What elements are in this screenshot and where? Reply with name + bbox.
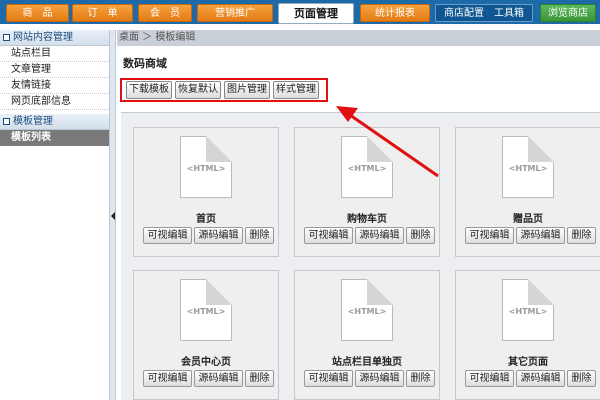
html-file-icon: <HTML> bbox=[180, 279, 232, 341]
delete-button[interactable]: 删除 bbox=[245, 227, 274, 244]
template-card: <HTML> 会员中心页可视编辑 源码编辑 删除 bbox=[133, 270, 279, 400]
file-label: <HTML> bbox=[508, 307, 548, 316]
tab-products[interactable]: 商 品 bbox=[6, 4, 69, 22]
template-name: 购物车页 bbox=[347, 214, 387, 225]
template-card: <HTML> 赠品页可视编辑 源码编辑 删除 bbox=[455, 127, 600, 257]
visual-edit-button[interactable]: 可视编辑 bbox=[304, 370, 353, 387]
browse-store-button[interactable]: 浏览商店 bbox=[540, 4, 596, 22]
tab-store-config-toolbox[interactable]: 商店配置 工具箱 bbox=[435, 4, 533, 22]
source-edit-button[interactable]: 源码编辑 bbox=[355, 370, 404, 387]
file-label: <HTML> bbox=[186, 164, 226, 173]
collapse-arrow-icon bbox=[111, 212, 115, 220]
file-label: <HTML> bbox=[347, 307, 387, 316]
sidebar-section-title: 网站内容管理 bbox=[13, 32, 73, 43]
delete-button[interactable]: 删除 bbox=[567, 370, 596, 387]
sidebar-item-template-list[interactable]: 模板列表 bbox=[0, 130, 109, 146]
file-fold-icon bbox=[206, 279, 232, 305]
delete-button[interactable]: 删除 bbox=[406, 227, 435, 244]
source-edit-button[interactable]: 源码编辑 bbox=[194, 370, 243, 387]
tab-statistics[interactable]: 统计报表 bbox=[360, 4, 430, 22]
template-name: 赠品页 bbox=[513, 214, 543, 225]
collapse-box-icon bbox=[3, 117, 10, 125]
tab-orders[interactable]: 订 单 bbox=[72, 4, 133, 22]
file-fold-icon bbox=[367, 279, 393, 305]
template-card: <HTML> 其它页面可视编辑 源码编辑 删除 bbox=[455, 270, 600, 400]
tab-marketing[interactable]: 营销推广 bbox=[197, 4, 273, 22]
visual-edit-button[interactable]: 可视编辑 bbox=[465, 370, 514, 387]
sidebar-section-content-management[interactable]: 网站内容管理 bbox=[0, 30, 109, 46]
source-edit-button[interactable]: 源码编辑 bbox=[516, 370, 565, 387]
sidebar-item-footer-info[interactable]: 网页底部信息 bbox=[0, 94, 109, 110]
highlight-box bbox=[120, 78, 328, 102]
sidebar-item-site-columns[interactable]: 站点栏目 bbox=[0, 46, 109, 62]
source-edit-button[interactable]: 源码编辑 bbox=[194, 227, 243, 244]
file-fold-icon bbox=[367, 136, 393, 162]
source-edit-button[interactable]: 源码编辑 bbox=[516, 227, 565, 244]
tab-page-management[interactable]: 页面管理 bbox=[278, 3, 354, 24]
sidebar-section-title: 模板管理 bbox=[13, 116, 53, 127]
sidebar-collapse-handle[interactable] bbox=[110, 30, 116, 400]
sidebar-item-articles[interactable]: 文章管理 bbox=[0, 62, 109, 78]
template-name: 其它页面 bbox=[508, 357, 548, 368]
html-file-icon: <HTML> bbox=[502, 136, 554, 198]
delete-button[interactable]: 删除 bbox=[245, 370, 274, 387]
file-label: <HTML> bbox=[186, 307, 226, 316]
top-nav-bar: 商 品 订 单 会 员 营销推广 页面管理 统计报表 商店配置 工具箱 浏览商店 bbox=[0, 0, 600, 24]
source-edit-button[interactable]: 源码编辑 bbox=[355, 227, 404, 244]
delete-button[interactable]: 删除 bbox=[567, 227, 596, 244]
visual-edit-button[interactable]: 可视编辑 bbox=[465, 227, 514, 244]
file-label: <HTML> bbox=[508, 164, 548, 173]
html-file-icon: <HTML> bbox=[180, 136, 232, 198]
html-file-icon: <HTML> bbox=[341, 279, 393, 341]
tab-members[interactable]: 会 员 bbox=[138, 4, 192, 22]
file-fold-icon bbox=[528, 136, 554, 162]
visual-edit-button[interactable]: 可视编辑 bbox=[143, 227, 192, 244]
visual-edit-button[interactable]: 可视编辑 bbox=[304, 227, 353, 244]
visual-edit-button[interactable]: 可视编辑 bbox=[143, 370, 192, 387]
template-name: 会员中心页 bbox=[181, 357, 231, 368]
collapse-box-icon bbox=[3, 33, 10, 41]
template-name: 首页 bbox=[196, 214, 216, 225]
file-label: <HTML> bbox=[347, 164, 387, 173]
sidebar: 网站内容管理 站点栏目 文章管理 友情链接 网页底部信息 模板管理 模板列表 bbox=[0, 30, 110, 400]
file-fold-icon bbox=[206, 136, 232, 162]
file-fold-icon bbox=[528, 279, 554, 305]
html-file-icon: <HTML> bbox=[502, 279, 554, 341]
template-name: 站点栏目单独页 bbox=[332, 357, 402, 368]
breadcrumb: 桌面 ＞ 模板编辑 bbox=[117, 30, 600, 46]
delete-button[interactable]: 删除 bbox=[406, 370, 435, 387]
sidebar-section-template-management[interactable]: 模板管理 bbox=[0, 114, 109, 130]
template-card: <HTML> 购物车页可视编辑 源码编辑 删除 bbox=[294, 127, 440, 257]
sidebar-item-friend-links[interactable]: 友情链接 bbox=[0, 78, 109, 94]
html-file-icon: <HTML> bbox=[341, 136, 393, 198]
template-card: <HTML> 站点栏目单独页可视编辑 源码编辑 删除 bbox=[294, 270, 440, 400]
template-card: <HTML> 首页 可视编辑 源码编辑 删除 bbox=[133, 127, 279, 257]
panel-title: 数码商域 bbox=[123, 57, 167, 70]
